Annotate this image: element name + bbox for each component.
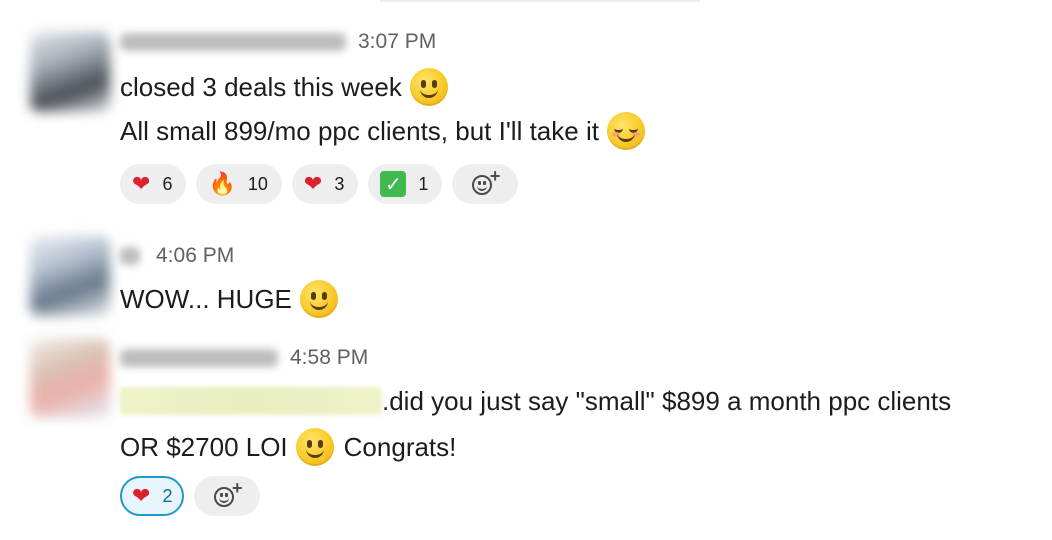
- sender-name-redacted[interactable]: [120, 247, 140, 265]
- slightly-smiling-face-icon: [409, 68, 448, 106]
- reaction-heart-selected[interactable]: ❤ 2: [120, 476, 185, 516]
- heart-icon: ❤: [303, 171, 323, 196]
- message-line: closed 3 deals this week: [120, 68, 448, 106]
- avatar[interactable]: [30, 236, 110, 316]
- user-mention-redacted[interactable]: [120, 387, 382, 415]
- timestamp: 4:06 PM: [156, 244, 235, 267]
- message-text: WOW... HUGE: [120, 284, 292, 314]
- fire-icon: 🔥: [208, 171, 236, 196]
- reactions-bar: ❤ 2 +: [120, 476, 261, 516]
- reaction-fire[interactable]: 🔥 10: [196, 164, 282, 204]
- top-divider: [380, 0, 700, 2]
- message-header: 4:58 PM: [120, 344, 368, 372]
- reaction-check[interactable]: ✓ 1: [368, 164, 443, 204]
- add-reaction-button[interactable]: +: [194, 476, 261, 516]
- message-header: 3:07 PM: [120, 28, 436, 56]
- message-text: OR $2700 LOI: [120, 432, 288, 462]
- avatar[interactable]: [30, 32, 110, 112]
- timestamp: 4:58 PM: [290, 346, 369, 369]
- message-line: .did you just say "small" $899 a month p…: [120, 384, 951, 418]
- relieved-face-icon: [606, 112, 645, 150]
- sender-name-redacted[interactable]: [120, 349, 278, 367]
- heart-icon: ❤: [132, 171, 151, 196]
- reaction-count: 3: [334, 173, 345, 194]
- reaction-count: 1: [418, 173, 429, 194]
- reactions-bar: ❤ 6 🔥 10 ❤ 3 ✓ 1 +: [120, 164, 519, 204]
- add-reaction-icon: +: [470, 167, 500, 199]
- add-reaction-button[interactable]: +: [452, 164, 519, 204]
- message-header: 4:06 PM: [120, 242, 234, 270]
- sender-name-redacted[interactable]: [120, 33, 346, 51]
- reaction-count: 2: [162, 485, 173, 506]
- reaction-count: 6: [162, 173, 173, 194]
- reaction-heart[interactable]: ❤ 6: [120, 164, 187, 204]
- white-check-mark-icon: ✓: [380, 171, 407, 197]
- heart-icon: ❤: [132, 483, 151, 508]
- message-line: OR $2700 LOI Congrats!: [120, 428, 456, 466]
- message-text: .did you just say "small" $899 a month p…: [382, 386, 952, 416]
- slightly-smiling-face-icon: [295, 428, 334, 466]
- message-line: All small 899/mo ppc clients, but I'll t…: [120, 112, 645, 150]
- slightly-smiling-face-icon: [299, 280, 338, 318]
- timestamp[interactable]: 3:07 PM: [358, 30, 436, 54]
- message-line: WOW... HUGE: [120, 280, 338, 318]
- message-text: Congrats!: [343, 432, 457, 462]
- message-text: All small 899/mo ppc clients, but I'll t…: [120, 116, 599, 146]
- avatar[interactable]: [30, 338, 110, 418]
- add-reaction-icon: +: [212, 479, 242, 511]
- reaction-count: 10: [247, 173, 268, 194]
- reaction-heart[interactable]: ❤ 3: [291, 164, 359, 204]
- message-text: closed 3 deals this week: [120, 72, 402, 102]
